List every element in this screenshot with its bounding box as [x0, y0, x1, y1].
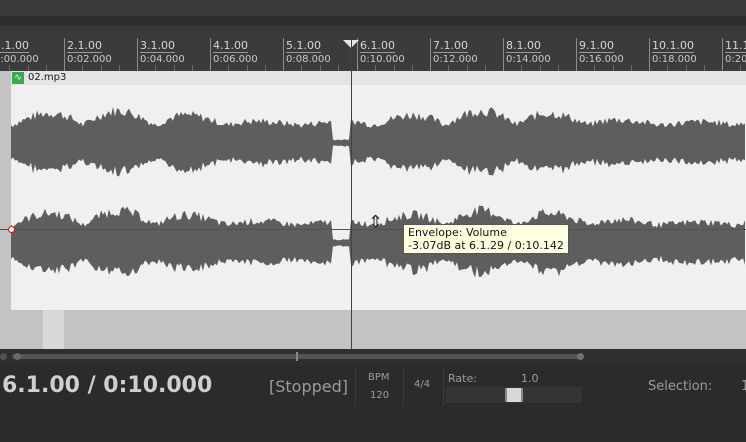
bpm-value[interactable]: 120: [370, 390, 389, 401]
ruler-time-label: 0:12.000: [433, 54, 478, 65]
time-signature[interactable]: 4/4: [414, 379, 430, 390]
ruler-tick: [64, 38, 65, 71]
waveform-icon: ∿: [12, 72, 24, 84]
ruler-measure-label: 2.1.00: [67, 39, 102, 53]
scroll-left-cap[interactable]: [0, 353, 7, 360]
ruler-time-label: 0:06.000: [213, 54, 258, 65]
media-item-header[interactable]: ∿ 02.mp3: [11, 71, 746, 85]
timeline-ruler[interactable]: 1.1.000:00.000 2.1.000:02.000 3.1.000:04.0…: [0, 38, 746, 71]
ruler-time-label: 0:10.000: [360, 54, 405, 65]
bpm-label: BPM: [368, 372, 390, 383]
scroll-thumb-left[interactable]: [14, 353, 21, 360]
track-area[interactable]: ∿ 02.mp3: [0, 71, 746, 349]
selection-value[interactable]: 1: [741, 379, 746, 394]
toolbar-strip: [0, 0, 746, 16]
ruler-measure-label: 6.1.00: [360, 39, 395, 53]
ruler-tick: [210, 38, 211, 71]
position-display[interactable]: 6.1.00 / 0:10.000: [2, 373, 212, 398]
ruler-measure-label: 1.1.00: [0, 40, 29, 53]
ruler-time-label: 0:20.000: [725, 54, 746, 65]
waveform-channel: [11, 106, 745, 177]
ruler-time-label: 0:08.000: [286, 54, 331, 65]
region-lane: [0, 26, 746, 38]
horizontal-scrollbar[interactable]: [0, 349, 746, 365]
ruler-tick: [137, 38, 138, 71]
selection-label: Selection:: [648, 379, 713, 394]
ruler-tick: [430, 38, 431, 71]
divider: [443, 368, 444, 406]
toolbar-gap: [0, 16, 746, 26]
ruler-measure-label: 5.1.00: [286, 39, 321, 53]
tooltip-title: Envelope: Volume: [408, 226, 507, 239]
scroll-center-mark: [296, 352, 298, 361]
ruler-measure-label: 9.1.00: [579, 39, 614, 53]
scroll-thumb-right[interactable]: [577, 353, 584, 360]
waveform: [11, 106, 745, 278]
envelope-point[interactable]: [8, 226, 15, 233]
divider: [403, 368, 404, 406]
rate-slider[interactable]: [446, 387, 582, 403]
vertical-resize-cursor-icon: ⇕: [368, 212, 384, 233]
envelope-tooltip: Envelope: Volume -3.07dB at 6.1.29 / 0:1…: [403, 224, 569, 254]
ruler-tick: [503, 38, 504, 71]
rate-label: Rate:: [448, 372, 477, 385]
rate-value[interactable]: 1.0: [521, 372, 539, 385]
media-item[interactable]: ∿ 02.mp3: [11, 71, 746, 310]
ruler-tick: [576, 38, 577, 71]
ruler-time-label: 0:04.000: [140, 54, 185, 65]
ruler-time-label: 0:00.000: [0, 54, 39, 65]
media-item-name: 02.mp3: [28, 72, 67, 83]
ruler-measure-label: 3.1.00: [140, 39, 175, 53]
edit-cursor: [351, 38, 352, 351]
bpm-box[interactable]: BPM 120: [355, 368, 403, 406]
tooltip-value: -3.07dB at 6.1.29 / 0:10.142: [408, 239, 564, 252]
ruler-time-label: 0:16.000: [579, 54, 624, 65]
play-status: [Stopped]: [269, 377, 349, 396]
ruler-measure-label: 4.1.00: [213, 39, 248, 53]
transport-bar: 6.1.00 / 0:10.000 [Stopped] BPM 120 4/4 …: [0, 365, 746, 442]
rate-slider-thumb[interactable]: [505, 388, 523, 402]
ruler-tick: [283, 38, 284, 71]
ruler-measure-label: 11.1.00: [725, 40, 746, 53]
ruler-time-label: 0:02.000: [67, 54, 112, 65]
ruler-tick: [722, 38, 723, 71]
ruler-measure-label: 8.1.00: [506, 39, 541, 53]
ruler-time-label: 0:14.000: [506, 54, 551, 65]
ruler-time-label: 0:18.000: [652, 54, 697, 65]
ruler-measure-label: 10.1.00: [652, 39, 694, 53]
ruler-measure-label: 7.1.00: [433, 39, 468, 53]
ruler-tick: [649, 38, 650, 71]
